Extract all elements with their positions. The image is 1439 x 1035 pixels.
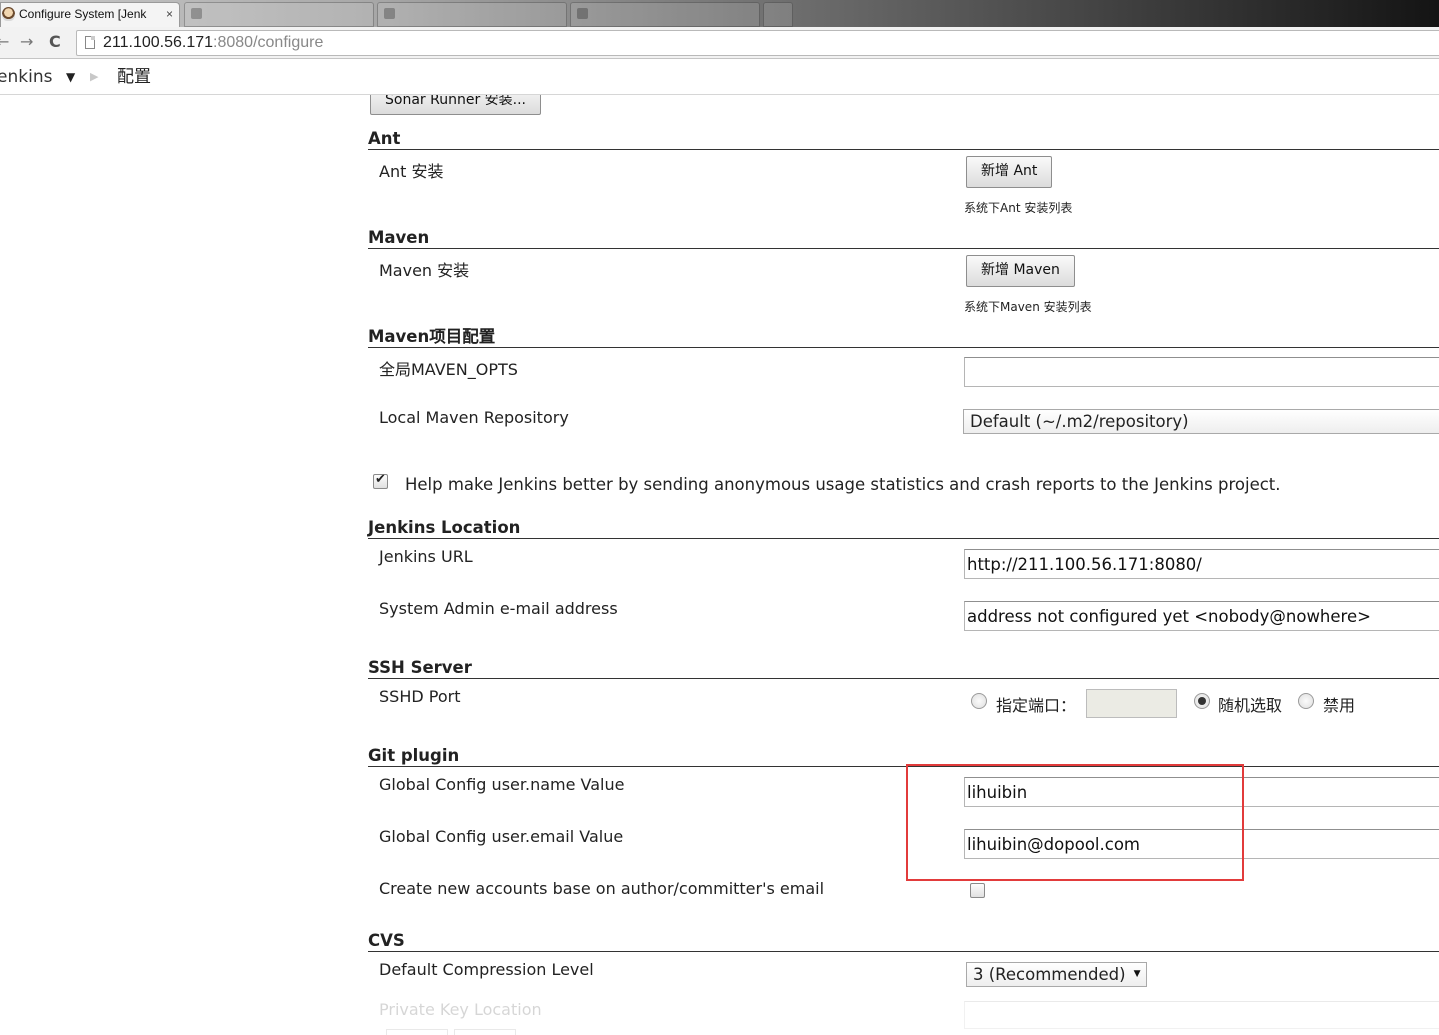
reload-icon[interactable]: C — [49, 32, 61, 51]
page-icon — [85, 36, 95, 49]
cvs-private-key-label: Private Key Location — [379, 1000, 542, 1019]
maven-opts-input[interactable] — [964, 357, 1439, 387]
config-form: Sonar Runner 安装... Ant Ant 安装 新增 Ant 系统下… — [0, 95, 1439, 1035]
ssh-fixed-port-radio[interactable] — [971, 693, 987, 709]
sshd-port-label: SSHD Port — [379, 687, 461, 706]
ssh-fixed-port-label: 指定端口： — [996, 696, 1077, 715]
ssh-disable-label: 禁用 — [1323, 696, 1356, 715]
breadcrumb-configure[interactable]: 配置 — [117, 60, 151, 94]
section-ssh-server-heading: SSH Server — [368, 658, 1439, 679]
breadcrumb-separator-icon: ▶ — [90, 70, 99, 83]
usage-stats-checkbox[interactable] — [373, 472, 388, 489]
sonar-runner-install-button[interactable]: Sonar Runner 安装... — [370, 95, 541, 115]
ssh-disable-radio[interactable] — [1298, 693, 1314, 709]
browser-tab-strip: Configure System [Jenk × — [0, 0, 1439, 27]
git-user-name-label: Global Config user.name Value — [379, 775, 625, 794]
breadcrumb: Jenkins ▼ ▶ 配置 — [0, 60, 1439, 95]
jenkins-url-input[interactable]: http://211.100.56.171:8080/ — [964, 549, 1439, 579]
local-repo-select[interactable]: Default (~/.m2/repository) — [963, 409, 1439, 434]
section-cvs-heading: CVS — [368, 931, 1439, 952]
local-repo-label: Local Maven Repository — [379, 408, 569, 427]
ssh-random-port-label: 随机选取 — [1218, 696, 1283, 715]
browser-toolbar: ← → C 211.100.56.171:8080/configure — [0, 27, 1439, 59]
git-create-accounts-label: Create new accounts base on author/commi… — [379, 879, 825, 898]
admin-email-input[interactable]: address not configured yet <nobody@nowhe… — [964, 601, 1439, 631]
admin-email-label: System Admin e-mail address — [379, 599, 618, 618]
ant-install-label: Ant 安装 — [379, 162, 444, 181]
usage-stats-label: Help make Jenkins better by sending anon… — [405, 475, 1281, 494]
page-icon — [577, 8, 588, 19]
add-maven-button[interactable]: 新增 Maven — [966, 255, 1075, 287]
tab-configure-system[interactable]: Configure System [Jenk × — [0, 2, 180, 27]
cvs-private-key-input[interactable] — [964, 1001, 1439, 1029]
new-tab-button[interactable] — [763, 2, 793, 27]
jenkins-url-label: Jenkins URL — [379, 547, 473, 566]
annotation-highlight-box — [906, 764, 1244, 881]
chevron-down-icon[interactable]: ▼ — [66, 60, 75, 94]
bottom-button-2[interactable] — [454, 1029, 516, 1035]
bottom-button-1[interactable] — [386, 1029, 448, 1035]
local-repo-value: Default (~/.m2/repository) — [970, 412, 1189, 431]
section-ant-heading: Ant — [368, 129, 1439, 150]
close-tab-icon[interactable]: × — [166, 3, 173, 25]
tab-title: Configure System [Jenk — [19, 7, 147, 21]
ssh-random-port-radio[interactable] — [1194, 693, 1210, 709]
cvs-compression-label: Default Compression Level — [379, 960, 594, 979]
dropdown-arrow-icon: ▼ — [1133, 969, 1141, 979]
tab-background-1[interactable] — [184, 2, 374, 27]
url-host: 211.100.56.171 — [103, 34, 214, 51]
page-icon — [384, 8, 395, 19]
maven-opts-label: 全局MAVEN_OPTS — [379, 360, 518, 379]
section-jenkins-location-heading: Jenkins Location — [368, 518, 1439, 539]
section-maven-heading: Maven — [368, 228, 1439, 249]
cvs-compression-value: 3 (Recommended) — [973, 965, 1126, 984]
tab-background-2[interactable] — [377, 2, 567, 27]
maven-install-hint: 系统下Maven 安装列表 — [964, 300, 1092, 314]
cvs-compression-select[interactable]: 3 (Recommended) ▼ — [966, 962, 1147, 987]
url-path: :8080/configure — [213, 34, 324, 51]
maven-install-label: Maven 安装 — [379, 261, 470, 280]
ssh-port-input[interactable] — [1086, 689, 1177, 718]
page-icon — [191, 8, 202, 19]
git-user-email-label: Global Config user.email Value — [379, 827, 624, 846]
forward-arrow-icon[interactable]: → — [20, 32, 33, 51]
jenkins-favicon-icon — [2, 7, 15, 21]
section-git-plugin-heading: Git plugin — [368, 746, 1439, 767]
ant-install-hint: 系统下Ant 安装列表 — [964, 201, 1073, 215]
section-maven-project-heading: Maven项目配置 — [368, 327, 1439, 348]
breadcrumb-jenkins[interactable]: Jenkins — [0, 60, 52, 94]
back-arrow-icon[interactable]: ← — [0, 32, 9, 51]
git-create-accounts-checkbox[interactable] — [970, 883, 985, 898]
address-bar[interactable]: 211.100.56.171:8080/configure — [76, 30, 1439, 56]
add-ant-button[interactable]: 新增 Ant — [966, 156, 1053, 188]
tab-background-3[interactable] — [570, 2, 760, 27]
